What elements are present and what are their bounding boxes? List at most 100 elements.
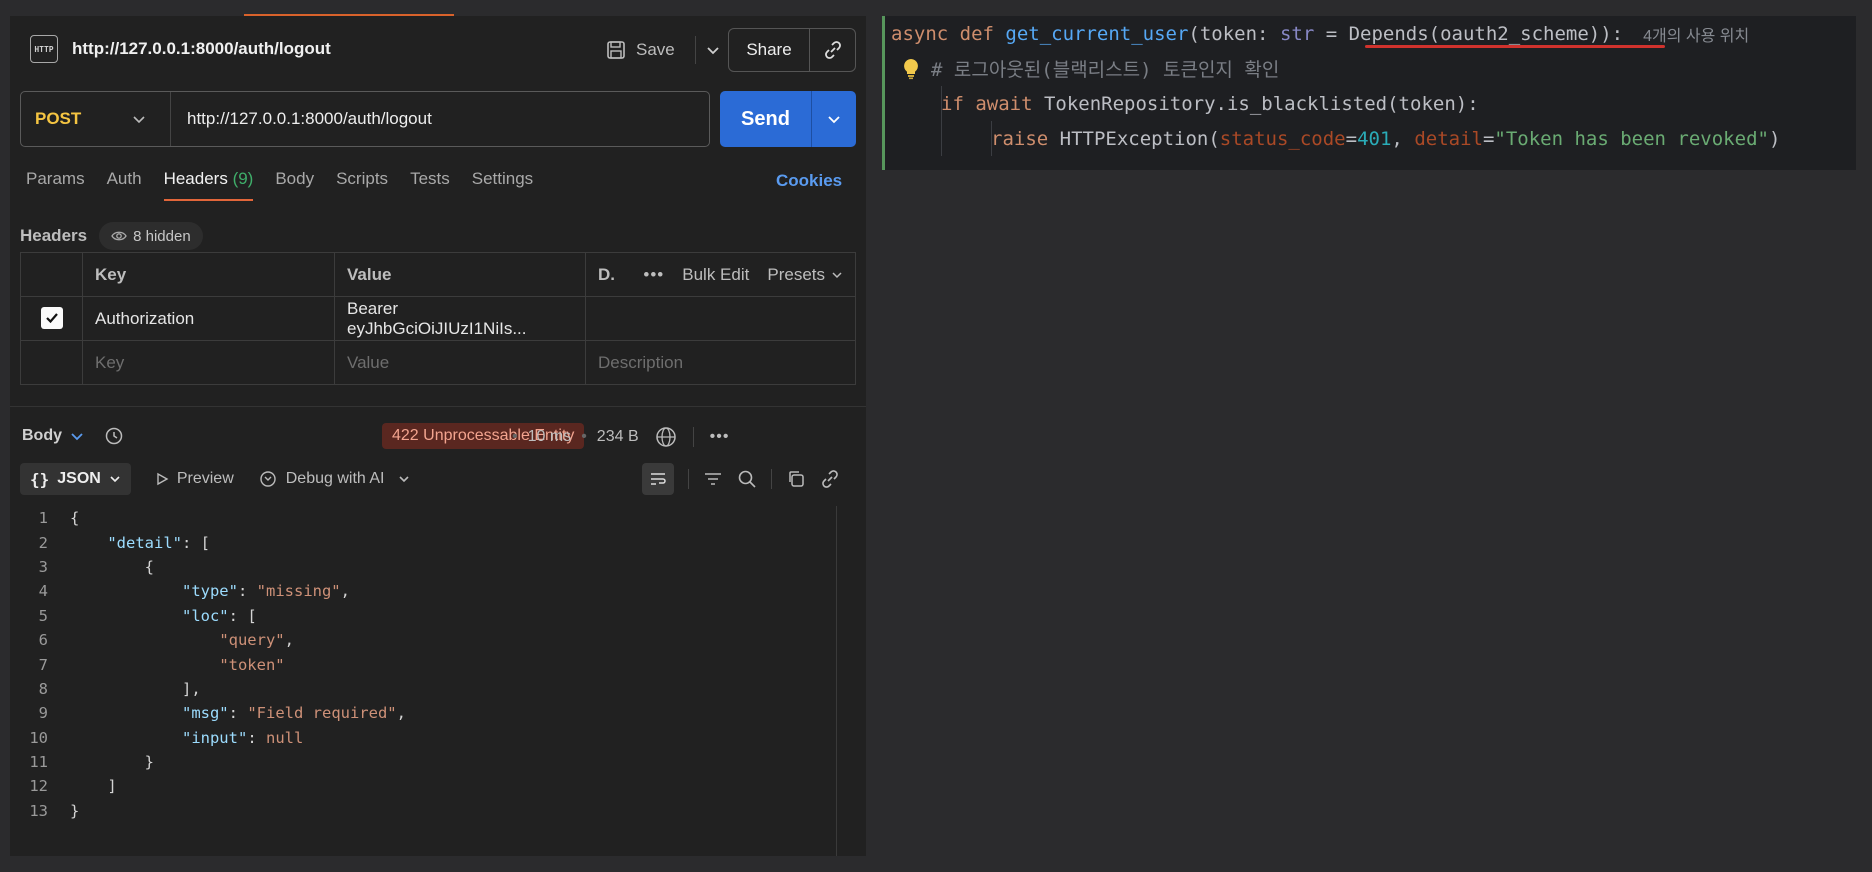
send-options-button[interactable] xyxy=(812,91,856,147)
url-input[interactable]: http://127.0.0.1:8000/auth/logout xyxy=(171,109,432,129)
column-description: D. ••• Bulk Edit Presets xyxy=(585,252,856,297)
send-group: Send xyxy=(720,91,856,147)
header-description-cell[interactable] xyxy=(585,296,856,341)
copy-icon[interactable] xyxy=(786,469,806,489)
code-line: 10 "input": null xyxy=(29,728,304,747)
response-body-select[interactable]: Body xyxy=(22,427,84,445)
key-placeholder[interactable]: Key xyxy=(82,340,335,385)
value-placeholder[interactable]: Value xyxy=(334,340,586,385)
method-select[interactable]: POST xyxy=(21,92,171,146)
headers-section-title: Headers 8 hidden xyxy=(20,222,203,250)
http-icon: HTTP xyxy=(30,35,58,63)
code-line: 9 "msg": "Field required", xyxy=(38,704,406,723)
send-button[interactable]: Send xyxy=(720,91,812,147)
presets-dropdown[interactable]: Presets xyxy=(767,265,843,285)
response-size: 234 B xyxy=(596,428,639,445)
divider xyxy=(771,469,772,489)
row-checkbox[interactable] xyxy=(40,306,63,329)
response-body-label: Body xyxy=(22,427,62,444)
chevron-down-icon xyxy=(110,476,120,483)
presets-label: Presets xyxy=(767,264,825,284)
code-line: 7 "token" xyxy=(38,655,285,674)
response-json-viewer: 1{ 2 "detail": [ 3 { 4 "type": "missing"… xyxy=(10,506,850,823)
format-select[interactable]: {} JSON xyxy=(20,463,131,495)
debug-ai-button[interactable]: Debug with AI xyxy=(258,469,385,489)
code-line: 2 "detail": [ xyxy=(38,533,210,552)
column-value: Value xyxy=(334,252,586,297)
status-code-value: 401 xyxy=(1357,127,1392,150)
tab-headers[interactable]: Headers (9) xyxy=(163,169,254,201)
response-actions xyxy=(642,462,840,496)
code-line: raise HTTPException(status_code = 401, det… xyxy=(991,127,1781,150)
search-icon[interactable] xyxy=(737,469,757,489)
error-squiggle xyxy=(1365,45,1665,48)
code-line: 8 ], xyxy=(38,679,201,698)
code-line: 6 "query", xyxy=(38,631,294,650)
divider xyxy=(692,427,694,447)
preview-button[interactable]: Preview xyxy=(155,470,234,488)
divider xyxy=(694,36,696,64)
chevron-down-icon xyxy=(399,476,410,483)
save-button[interactable]: Save xyxy=(636,40,675,60)
headers-title: Headers xyxy=(20,226,88,245)
debug-icon xyxy=(260,471,276,487)
code-line: # 로그아웃된(블랙리스트) 토큰인지 확인 xyxy=(885,51,1856,86)
column-key: Key xyxy=(82,252,335,297)
preview-label: Preview xyxy=(176,470,234,487)
code-line: 11 } xyxy=(29,753,154,772)
share-group: Share xyxy=(728,28,856,72)
code-line: 1{ xyxy=(38,509,80,528)
chevron-down-icon[interactable] xyxy=(706,43,720,57)
share-button[interactable]: Share xyxy=(729,40,809,60)
tab-scripts[interactable]: Scripts xyxy=(336,169,388,201)
tab-tests[interactable]: Tests xyxy=(410,169,450,201)
copy-link-button[interactable] xyxy=(810,40,855,60)
bulk-edit-button[interactable]: Bulk Edit xyxy=(682,265,749,285)
globe-icon[interactable] xyxy=(655,426,677,448)
history-icon[interactable] xyxy=(104,426,124,446)
table-row-empty: Key Value Description xyxy=(20,340,856,385)
cookies-link[interactable]: Cookies xyxy=(776,171,842,191)
code-line: 13} xyxy=(29,801,80,820)
code-editor[interactable]: async def get_current_user (token: str = … xyxy=(882,16,1856,170)
more-options-icon[interactable]: ••• xyxy=(710,428,730,446)
more-icon[interactable]: ••• xyxy=(643,265,664,285)
tab-auth[interactable]: Auth xyxy=(107,169,142,201)
code-comment: # 로그아웃된(블랙리스트) 토큰인지 확인 xyxy=(931,59,1280,81)
divider xyxy=(10,406,866,407)
scrollbar-track[interactable] xyxy=(836,506,837,856)
tab-body[interactable]: Body xyxy=(275,169,314,201)
save-icon[interactable] xyxy=(606,40,626,60)
debug-label: Debug with AI xyxy=(285,470,385,487)
tab-settings[interactable]: Settings xyxy=(472,169,533,201)
headers-table: Key Value D. ••• Bulk Edit Presets Autho… xyxy=(20,252,856,385)
wrap-lines-button[interactable] xyxy=(642,463,674,495)
request-tabs: Params Auth Headers (9) Body Scripts Tes… xyxy=(26,169,533,201)
request-row: POST http://127.0.0.1:8000/auth/logout S… xyxy=(20,91,856,147)
lightbulb-icon[interactable] xyxy=(901,58,921,80)
code-line: 12 ] xyxy=(29,777,117,796)
row-checkbox-cell xyxy=(20,296,83,341)
usage-hint[interactable]: 4개의 사용 위치 xyxy=(1643,22,1749,46)
detail-value: "Token has been revoked" xyxy=(1494,127,1769,150)
filter-icon[interactable] xyxy=(703,469,723,489)
check-icon xyxy=(45,312,58,323)
header-cell-empty xyxy=(20,252,83,297)
code-line: 5 "loc": [ xyxy=(38,606,257,625)
postman-panel: HTTP http://127.0.0.1:8000/auth/logout S… xyxy=(10,16,866,856)
play-icon xyxy=(157,472,169,486)
header-value-cell[interactable]: Bearer eyJhbGciOiJIUzI1NiIs... xyxy=(334,296,586,341)
empty-checkbox-cell xyxy=(20,340,83,385)
code-line: 4 "type": "missing", xyxy=(38,582,350,601)
hidden-headers-toggle[interactable]: 8 hidden xyxy=(99,222,203,250)
tab-headers-count: (9) xyxy=(232,169,254,188)
debug-dropdown[interactable] xyxy=(398,473,410,485)
header-key-cell[interactable]: Authorization xyxy=(82,296,335,341)
chevron-down-icon xyxy=(71,433,83,441)
response-time: 10 ms xyxy=(527,428,572,445)
tab-headers-label: Headers xyxy=(163,169,228,188)
description-placeholder[interactable]: Description xyxy=(585,340,856,385)
tab-params[interactable]: Params xyxy=(26,169,85,201)
method-url-bar: POST http://127.0.0.1:8000/auth/logout xyxy=(20,91,710,147)
link-icon[interactable] xyxy=(820,469,840,489)
